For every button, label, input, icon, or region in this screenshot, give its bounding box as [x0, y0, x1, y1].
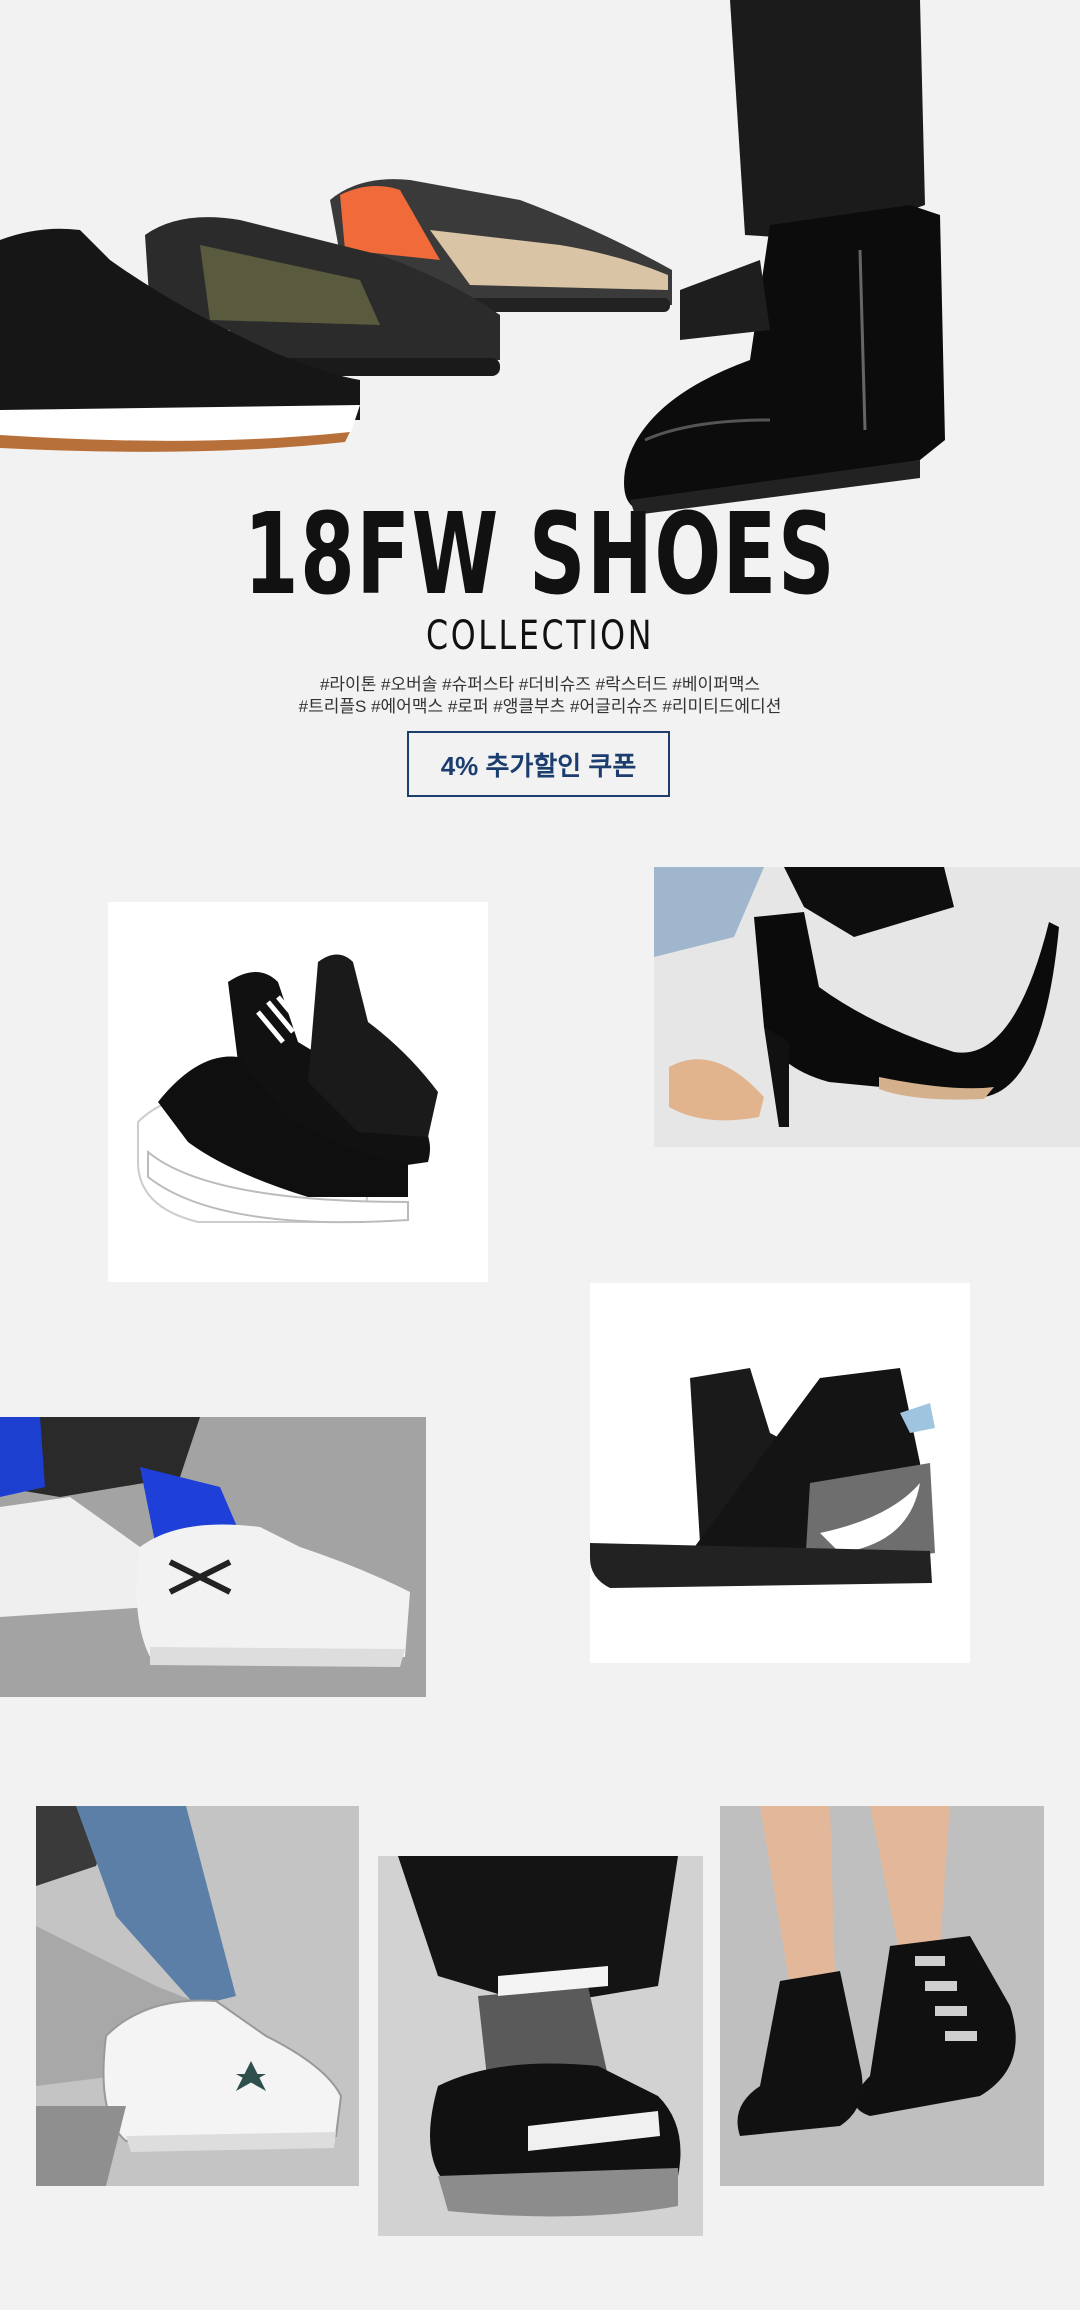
- buckle-ankle-boot-photo: [720, 1806, 1044, 2186]
- product-tile-street-sneaker[interactable]: [0, 1417, 426, 1697]
- white-star-sneaker-photo: [36, 1806, 359, 2186]
- product-tile-stiletto-boot[interactable]: [654, 867, 1080, 1147]
- collection-subtitle: COLLECTION: [425, 613, 655, 659]
- y3-kaiwa-sneaker-photo: [137, 954, 438, 1224]
- stiletto-ankle-boot-photo: [654, 867, 1080, 1147]
- product-tile-star-sneaker[interactable]: [36, 1806, 359, 2186]
- product-tile-y3-sneaker[interactable]: [108, 902, 488, 1282]
- hashtags-line-2: #트리플S #에어맥스 #로퍼 #앵클부츠 #어글리슈즈 #리미티드에디션: [298, 697, 782, 716]
- product-tile-buckle-boot[interactable]: [720, 1806, 1044, 2186]
- high-top-black-sneaker-photo: [590, 1368, 935, 1588]
- hero-leather-boot-image: [624, 0, 945, 515]
- hero-sneakers-image: [0, 179, 672, 452]
- product-tile-high-top-sneaker[interactable]: [590, 1283, 970, 1663]
- coupon-button[interactable]: 4% 추가할인 쿠폰: [407, 731, 670, 797]
- strap-chunky-sneaker-photo: [378, 1856, 703, 2236]
- product-tile-strap-sneaker[interactable]: [378, 1856, 703, 2236]
- collection-title: 18FW SHOES: [243, 490, 837, 620]
- hero-banner: 18FW SHOES COLLECTION #라이톤 #오버솔 #슈퍼스타 #더…: [0, 0, 1080, 820]
- street-sock-sneaker-photo: [0, 1417, 426, 1697]
